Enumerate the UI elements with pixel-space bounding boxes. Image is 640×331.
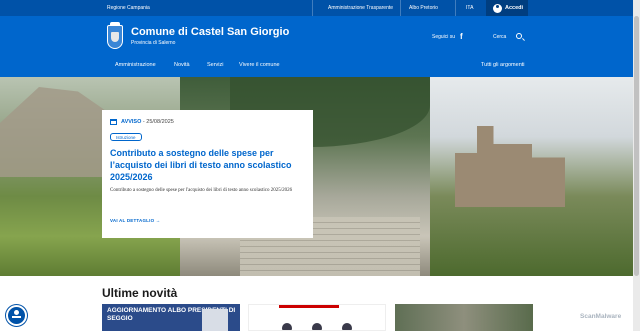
card-date-line: AVVISO - 25/08/2025	[121, 119, 174, 125]
details-label: VAI AL DETTAGLIO	[110, 218, 155, 223]
featured-news-card: AVVISO - 25/08/2025 Istruzione Contribut…	[102, 110, 313, 238]
language-selector[interactable]: ITA	[466, 5, 473, 11]
transparency-link[interactable]: Amministrazione Trasparente	[328, 5, 393, 11]
site-title[interactable]: Comune di Castel San Giorgio	[131, 26, 289, 38]
person-shape	[282, 323, 292, 330]
nav-all-topics[interactable]: Tutti gli argomenti	[481, 62, 525, 68]
crown-shape	[110, 22, 120, 26]
login-label: Accedi	[505, 5, 524, 11]
search-icon[interactable]	[516, 33, 522, 39]
news-thumbnail[interactable]: AGGIORNAMENTO ALBO PRESIDENTI DI SEGGIO	[102, 304, 240, 331]
user-icon	[493, 3, 502, 13]
nav-item-servizi[interactable]: Servizi	[207, 62, 224, 68]
calendar-icon	[110, 119, 117, 125]
coat-of-arms-logo[interactable]	[107, 22, 123, 49]
latest-news-heading: Ultime novità	[102, 286, 178, 300]
details-link[interactable]: VAI AL DETTAGLIO →	[110, 218, 160, 223]
albo-pretorio-link[interactable]: Albo Pretorio	[409, 5, 438, 11]
site-subtitle: Provincia di Salerno	[131, 40, 176, 46]
nav-item-amministrazione[interactable]: Amministrazione	[115, 62, 156, 68]
card-date: 25/08/2025	[146, 119, 174, 125]
login-button[interactable]: Accedi	[486, 0, 528, 16]
news-thumbnail[interactable]	[395, 304, 533, 331]
stripe-shape	[279, 305, 339, 308]
nav-item-novita[interactable]: Novità	[174, 62, 190, 68]
person-shape	[312, 323, 322, 330]
card-description: Contributo a sostegno delle spese per l'…	[110, 188, 293, 193]
card-category: AVVISO	[121, 119, 142, 125]
site-header: Comune di Castel San Giorgio Provincia d…	[0, 16, 640, 77]
follow-label: Seguici su	[432, 34, 456, 40]
nav-item-vivere[interactable]: Vivere il comune	[239, 62, 280, 68]
scrollbar-thumb[interactable]	[634, 16, 639, 276]
divider	[455, 0, 456, 16]
scanmalware-watermark: ScanMalware	[580, 313, 622, 320]
region-link[interactable]: Regione Campania	[107, 5, 150, 11]
top-bar: Regione Campania Amministrazione Traspar…	[0, 0, 640, 16]
shield-inner	[111, 32, 119, 42]
facebook-icon[interactable]: f	[460, 32, 463, 41]
scrollbar[interactable]	[633, 0, 640, 331]
divider	[312, 0, 313, 16]
arrow-right-icon: →	[155, 218, 161, 223]
card-headline[interactable]: Contributo a sostegno delle spese per l’…	[110, 147, 306, 183]
news-thumbnail[interactable]	[248, 304, 386, 331]
topic-chip[interactable]: Istruzione	[110, 133, 142, 141]
search-label[interactable]: Cerca	[493, 34, 506, 40]
divider	[400, 0, 401, 16]
person-shape	[342, 323, 352, 330]
ballot-box-shape	[202, 309, 228, 331]
hero-banner	[0, 77, 640, 276]
accessibility-icon[interactable]	[6, 305, 27, 326]
